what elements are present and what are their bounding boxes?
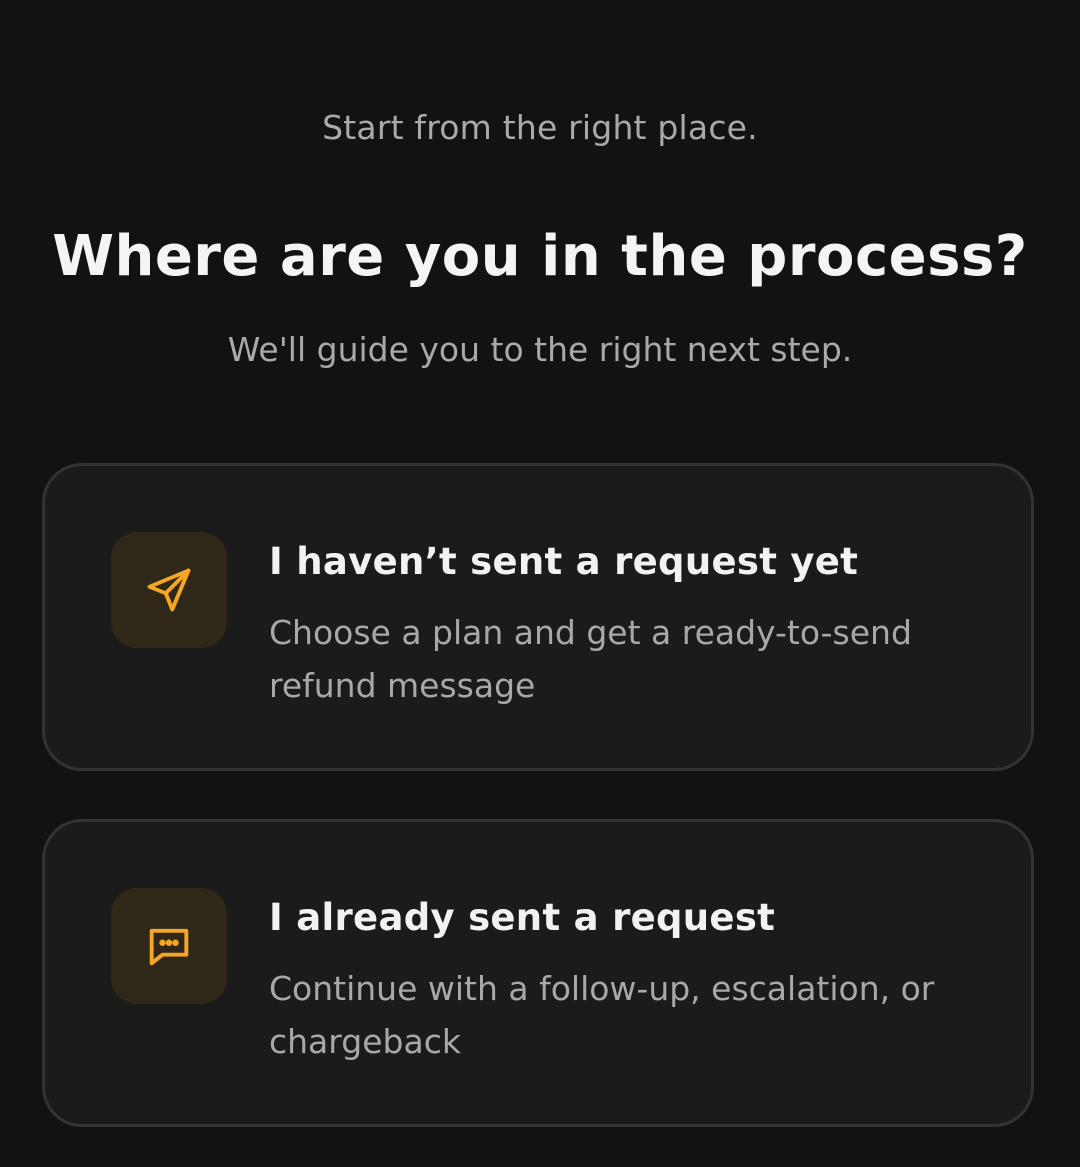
page-title: Where are you in the process?	[52, 224, 1028, 289]
option-not-sent-card[interactable]: I haven’t sent a request yet Choose a pl…	[42, 463, 1034, 771]
option-already-sent-card[interactable]: I already sent a request Continue with a…	[42, 819, 1034, 1127]
message-icon-container	[111, 888, 227, 1004]
option-title: I already sent a request	[269, 896, 776, 939]
option-description: Choose a plan and get a ready-to-send re…	[269, 613, 912, 705]
eyebrow-text: Start from the right place.	[322, 108, 758, 147]
option-title: I haven’t sent a request yet	[269, 540, 859, 583]
option-description: Continue with a follow-up, escalation, o…	[269, 969, 935, 1061]
page-subtitle: We'll guide you to the right next step.	[227, 330, 853, 369]
send-icon	[147, 568, 191, 612]
message-icon	[149, 928, 189, 966]
send-icon-container	[111, 532, 227, 648]
